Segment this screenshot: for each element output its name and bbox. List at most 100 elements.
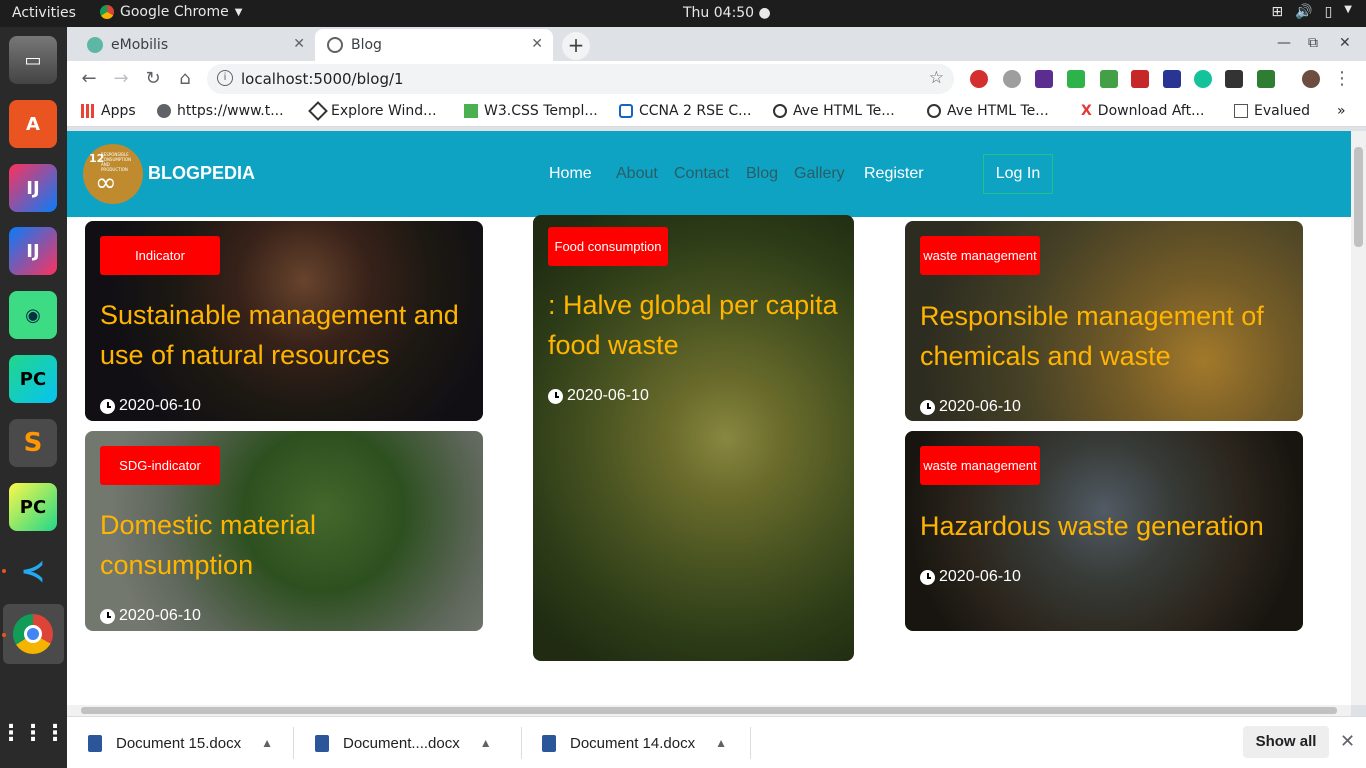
chevron-up-icon[interactable]: ▲ <box>715 736 727 750</box>
extension-icon[interactable] <box>1163 70 1181 88</box>
downloads-bar: Document 15.docx ▲ Document....docx ▲ Do… <box>67 716 1366 768</box>
post-title[interactable]: : Halve global per capita food waste <box>548 285 838 365</box>
download-filename: Document 15.docx <box>116 734 242 752</box>
tab-emobilis[interactable]: eMobilis ✕ <box>75 29 315 61</box>
post-card[interactable]: Indicator Sustainable management and use… <box>85 221 483 421</box>
bookmark-item[interactable]: CCNA 2 RSE C... <box>619 103 751 119</box>
close-window-icon[interactable]: ✕ <box>1339 35 1351 51</box>
intellij-icon-2[interactable]: IJ <box>9 227 57 275</box>
url-text[interactable]: localhost:5000/blog/1 <box>241 70 404 88</box>
login-button[interactable]: Log In <box>983 154 1053 194</box>
new-tab-button[interactable]: + <box>562 32 590 60</box>
bookmark-label: Evalued <box>1254 103 1310 119</box>
post-date: 2020-06-10 <box>100 607 201 625</box>
system-tray[interactable]: ⊞ 🔊 ▯ ▼ <box>1271 4 1352 20</box>
post-card[interactable]: SDG-indicator Domestic material consumpt… <box>85 431 483 631</box>
bookmark-item[interactable]: https://www.t... <box>157 103 284 119</box>
avatar[interactable] <box>1302 70 1320 88</box>
post-title[interactable]: Domestic material consumption <box>100 505 475 585</box>
category-badge[interactable]: Food consumption <box>548 227 668 266</box>
post-title[interactable]: Responsible management of chemicals and … <box>920 296 1295 376</box>
home-icon[interactable]: ⌂ <box>174 68 196 90</box>
pycharm-edu-icon[interactable]: PC <box>9 483 57 531</box>
download-item[interactable]: Document 15.docx ▲ <box>88 717 273 768</box>
info-icon[interactable]: i <box>217 70 233 86</box>
close-icon[interactable]: ✕ <box>293 36 305 52</box>
post-date-text: 2020-06-10 <box>119 607 201 624</box>
chevron-up-icon[interactable]: ▲ <box>480 736 492 750</box>
download-item[interactable]: Document 14.docx ▲ <box>542 717 727 768</box>
post-date-text: 2020-06-10 <box>567 387 649 404</box>
maximize-icon[interactable]: ⧉ <box>1308 35 1318 51</box>
extension-icon[interactable] <box>1035 70 1053 88</box>
back-icon[interactable]: ← <box>78 68 100 90</box>
vscode-icon[interactable]: ≺ <box>9 547 57 595</box>
extension-icon[interactable] <box>1257 70 1275 88</box>
post-card[interactable]: waste management Responsible management … <box>905 221 1303 421</box>
nav-contact[interactable]: Contact <box>674 165 729 183</box>
android-studio-icon[interactable]: ◉ <box>9 291 57 339</box>
show-all-button[interactable]: Show all <box>1243 726 1329 758</box>
scrollbar-thumb[interactable] <box>81 707 1337 714</box>
bookmark-apps[interactable]: Apps <box>81 103 136 119</box>
files-icon[interactable]: ▭ <box>9 36 57 84</box>
nav-blog[interactable]: Blog <box>746 165 778 183</box>
clock[interactable]: Thu 04:50 ● <box>683 5 771 21</box>
app-grid-icon[interactable]: ⋮⋮⋮ <box>0 709 66 757</box>
activities-button[interactable]: Activities <box>12 5 76 21</box>
tab-blog[interactable]: Blog ✕ <box>315 29 553 61</box>
ave-icon <box>927 104 941 118</box>
extension-icon[interactable] <box>1003 70 1021 88</box>
category-badge[interactable]: Indicator <box>100 236 220 275</box>
adblock-icon[interactable] <box>970 70 988 88</box>
close-icon[interactable]: ✕ <box>531 36 543 52</box>
bookmark-item[interactable]: Evalued <box>1234 103 1310 119</box>
grammarly-icon[interactable] <box>1194 70 1212 88</box>
software-icon[interactable]: A <box>9 100 57 148</box>
chrome-icon[interactable] <box>9 610 57 658</box>
horizontal-scrollbar[interactable] <box>67 705 1351 716</box>
post-title[interactable]: Sustainable management and use of natura… <box>100 295 475 375</box>
bookmark-item[interactable]: W3.CSS Templ... <box>464 103 598 119</box>
clock-icon <box>100 608 115 624</box>
menu-icon[interactable]: ⋮ <box>1331 68 1353 90</box>
bookmark-item[interactable]: X Download Aft... <box>1081 103 1204 119</box>
globe-icon <box>157 104 171 118</box>
vertical-scrollbar[interactable] <box>1351 131 1366 705</box>
bookmarks-overflow-icon[interactable]: » <box>1337 103 1346 119</box>
forward-icon[interactable]: → <box>110 68 132 90</box>
brand-name[interactable]: BLOGPEDIA <box>148 163 255 184</box>
nav-about[interactable]: About <box>616 165 658 183</box>
star-icon[interactable]: ☆ <box>929 68 944 88</box>
reload-icon[interactable]: ↻ <box>142 68 164 90</box>
chevron-up-icon[interactable]: ▲ <box>261 736 273 750</box>
extension-icon[interactable] <box>1225 70 1243 88</box>
intellij-icon[interactable]: IJ <box>9 164 57 212</box>
category-badge[interactable]: waste management <box>920 446 1040 485</box>
nav-home[interactable]: Home <box>549 165 592 183</box>
download-item[interactable]: Document....docx ▲ <box>315 717 492 768</box>
sdg12-logo[interactable]: 12 RESPONSIBLE CONSUMPTION AND PRODUCTIO… <box>83 144 143 204</box>
bookmark-item[interactable]: Ave HTML Te... <box>773 103 895 119</box>
extension-icon[interactable] <box>1100 70 1118 88</box>
close-icon[interactable]: ✕ <box>1340 731 1355 752</box>
category-badge[interactable]: waste management <box>920 236 1040 275</box>
extension-icon[interactable] <box>1131 70 1149 88</box>
extension-icon[interactable] <box>1067 70 1085 88</box>
minimize-icon[interactable]: — <box>1277 35 1291 51</box>
app-menu[interactable]: Google Chrome ▼ <box>100 4 242 20</box>
nav-gallery[interactable]: Gallery <box>794 165 845 183</box>
category-badge[interactable]: SDG-indicator <box>100 446 220 485</box>
bookmark-item[interactable]: Explore Wind... <box>308 101 437 121</box>
post-card[interactable]: waste management Hazardous waste generat… <box>905 431 1303 631</box>
browser-toolbar: ← → ↻ ⌂ i localhost:5000/blog/1 ☆ ⋮ <box>67 61 1366 97</box>
pycharm-icon[interactable]: PC <box>9 355 57 403</box>
post-title[interactable]: Hazardous waste generation <box>920 506 1295 546</box>
address-bar[interactable]: i localhost:5000/blog/1 ☆ <box>207 64 954 94</box>
bookmark-item[interactable]: Ave HTML Te... <box>927 103 1049 119</box>
nav-register[interactable]: Register <box>864 165 924 183</box>
post-card-featured[interactable]: Food consumption : Halve global per capi… <box>533 215 854 661</box>
scrollbar-thumb[interactable] <box>1354 147 1363 247</box>
battery-icon: ▯ <box>1324 4 1333 20</box>
sublime-icon[interactable]: S <box>9 419 57 467</box>
